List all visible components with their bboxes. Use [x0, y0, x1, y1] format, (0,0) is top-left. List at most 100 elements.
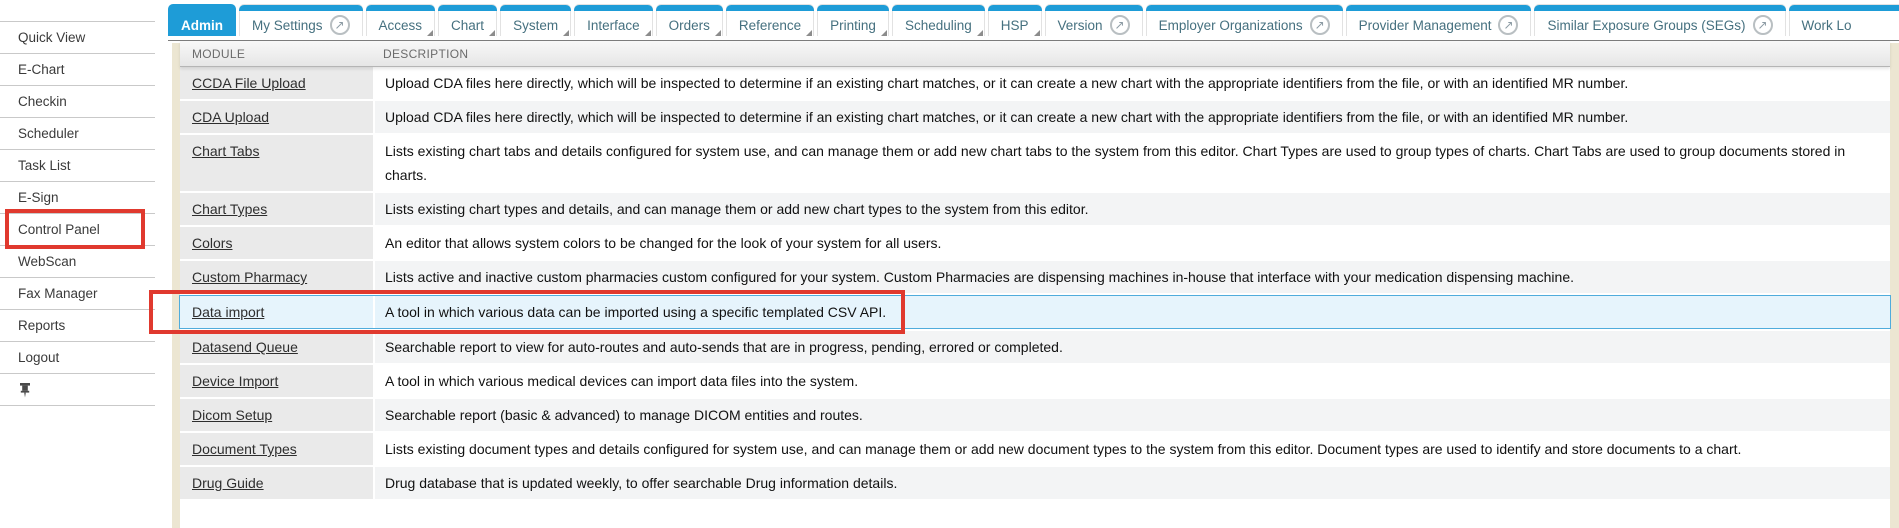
table-row-datasend-queue: Datasend Queue Searchable report to view… — [180, 331, 1890, 363]
module-cell: Chart Tabs — [180, 135, 373, 191]
tab-printing[interactable]: Printing — [817, 4, 889, 36]
dropdown-corner-icon — [645, 30, 651, 36]
column-header-description: DESCRIPTION — [373, 47, 1890, 61]
sidebar-item-checkin[interactable]: Checkin — [0, 86, 155, 118]
module-link[interactable]: Dicom Setup — [192, 407, 272, 423]
module-link[interactable]: CCDA File Upload — [192, 75, 306, 91]
sidebar-item-task-list[interactable]: Task List — [0, 150, 155, 182]
tab-label: Chart — [451, 18, 484, 33]
tab-chart[interactable]: Chart — [438, 4, 497, 36]
sidebar-item-label: Scheduler — [18, 126, 79, 141]
module-cell: Colors — [180, 227, 373, 259]
table-row-cda-upload: CDA Upload Upload CDA files here directl… — [180, 101, 1890, 133]
dropdown-corner-icon — [977, 30, 983, 36]
external-link-icon[interactable]: ↗ — [1753, 15, 1773, 35]
module-link[interactable]: Drug Guide — [192, 475, 264, 491]
module-link[interactable]: Document Types — [192, 441, 297, 457]
dropdown-corner-icon — [563, 30, 569, 36]
tab-my-settings[interactable]: My Settings↗ — [239, 4, 363, 36]
module-link[interactable]: Datasend Queue — [192, 339, 298, 355]
sidebar-item-control-panel[interactable]: Control Panel — [0, 214, 155, 246]
external-link-icon[interactable]: ↗ — [1310, 15, 1330, 35]
sidebar-item-quick-view[interactable]: Quick View — [0, 22, 155, 54]
left-margin-strip — [172, 43, 180, 528]
description-cell: Lists existing chart types and details, … — [375, 193, 1890, 225]
table-row-device-import: Device Import A tool in which various me… — [180, 365, 1890, 397]
sidebar-item-label: Logout — [18, 350, 59, 365]
tab-label: HSP — [1001, 18, 1029, 33]
module-link[interactable]: Data import — [192, 304, 264, 320]
tab-interface[interactable]: Interface — [574, 4, 653, 36]
sidebar-item-reports[interactable]: Reports — [0, 310, 155, 342]
tab-employer-organizations[interactable]: Employer Organizations↗ — [1146, 4, 1343, 36]
dropdown-corner-icon — [806, 30, 812, 36]
description-cell: Lists existing document types and detail… — [375, 433, 1890, 465]
description-cell: A tool in which various medical devices … — [375, 365, 1890, 397]
dropdown-corner-icon — [715, 30, 721, 36]
sidebar: Quick View E-Chart Checkin Scheduler Tas… — [0, 0, 155, 528]
module-link[interactable]: Chart Types — [192, 201, 267, 217]
tab-label: Printing — [830, 18, 876, 33]
tab-label: Provider Management — [1359, 18, 1492, 33]
sidebar-item-label: Quick View — [18, 30, 85, 45]
module-cell: Data import — [180, 296, 373, 328]
table-row-custom-pharmacy: Custom Pharmacy Lists active and inactiv… — [180, 261, 1890, 293]
module-cell: Chart Types — [180, 193, 373, 225]
dropdown-corner-icon — [489, 30, 495, 36]
sidebar-item-logout[interactable]: Logout — [0, 342, 155, 374]
table-header-row: MODULE DESCRIPTION — [180, 41, 1890, 67]
tab-access[interactable]: Access — [366, 4, 436, 36]
tab-reference[interactable]: Reference — [726, 4, 814, 36]
app-window: Quick View E-Chart Checkin Scheduler Tas… — [0, 0, 1899, 528]
sidebar-item-e-sign[interactable]: E-Sign — [0, 182, 155, 214]
module-cell: CCDA File Upload — [180, 67, 373, 99]
tab-version[interactable]: Version↗ — [1045, 4, 1143, 36]
module-link[interactable]: Custom Pharmacy — [192, 269, 307, 285]
tab-similar-exposure-groups[interactable]: Similar Exposure Groups (SEGs)↗ — [1534, 4, 1785, 36]
module-cell: Document Types — [180, 433, 373, 465]
sidebar-item-label: Task List — [18, 158, 71, 173]
module-table: MODULE DESCRIPTION CCDA File Upload Uplo… — [180, 41, 1890, 528]
sidebar-item-label: E-Sign — [18, 190, 59, 205]
column-header-module: MODULE — [180, 47, 373, 61]
external-link-icon[interactable]: ↗ — [330, 15, 350, 35]
external-link-icon[interactable]: ↗ — [1110, 15, 1130, 35]
tab-work-log[interactable]: Work Lo — [1789, 4, 1899, 36]
tab-label: Reference — [739, 18, 801, 33]
tab-system[interactable]: System — [500, 4, 571, 36]
right-margin-strip — [1890, 43, 1899, 528]
sidebar-item-e-chart[interactable]: E-Chart — [0, 54, 155, 86]
module-link[interactable]: Colors — [192, 235, 232, 251]
tab-label: Access — [379, 18, 423, 33]
table-row-ccda-file-upload: CCDA File Upload Upload CDA files here d… — [180, 67, 1890, 99]
table-row-chart-types: Chart Types Lists existing chart types a… — [180, 193, 1890, 225]
dropdown-corner-icon — [881, 30, 887, 36]
description-cell: Lists existing chart tabs and details co… — [375, 135, 1890, 191]
tab-hsp[interactable]: HSP — [988, 4, 1042, 36]
module-link[interactable]: Chart Tabs — [192, 143, 259, 159]
description-cell: Searchable report (basic & advanced) to … — [375, 399, 1890, 431]
tab-orders[interactable]: Orders — [656, 4, 723, 36]
tab-scheduling[interactable]: Scheduling — [892, 4, 985, 36]
tab-label: Orders — [669, 18, 710, 33]
module-link[interactable]: Device Import — [192, 373, 278, 389]
description-cell: A tool in which various data can be impo… — [375, 296, 1890, 328]
tab-label: Scheduling — [905, 18, 972, 33]
description-cell: Upload CDA files here directly, which wi… — [375, 67, 1890, 99]
module-link[interactable]: CDA Upload — [192, 109, 269, 125]
table-row-drug-guide: Drug Guide Drug database that is updated… — [180, 467, 1890, 499]
sidebar-item-webscan[interactable]: WebScan — [0, 246, 155, 278]
description-cell: An editor that allows system colors to b… — [375, 227, 1890, 259]
table-row-document-types: Document Types Lists existing document t… — [180, 433, 1890, 465]
tab-provider-management[interactable]: Provider Management ↗ — [1346, 4, 1532, 36]
tab-admin[interactable]: Admin — [168, 4, 236, 36]
sidebar-item-scheduler[interactable]: Scheduler — [0, 118, 155, 150]
pushpin-icon — [18, 382, 32, 398]
module-cell: Dicom Setup — [180, 399, 373, 431]
tab-label: System — [513, 18, 558, 33]
sidebar-pin-toggle[interactable] — [0, 374, 155, 406]
admin-tab-bar: Admin My Settings↗ Access Chart System I… — [168, 3, 1899, 36]
external-link-icon[interactable]: ↗ — [1498, 15, 1518, 35]
sidebar-item-fax-manager[interactable]: Fax Manager — [0, 278, 155, 310]
sidebar-item-label: WebScan — [18, 254, 76, 269]
